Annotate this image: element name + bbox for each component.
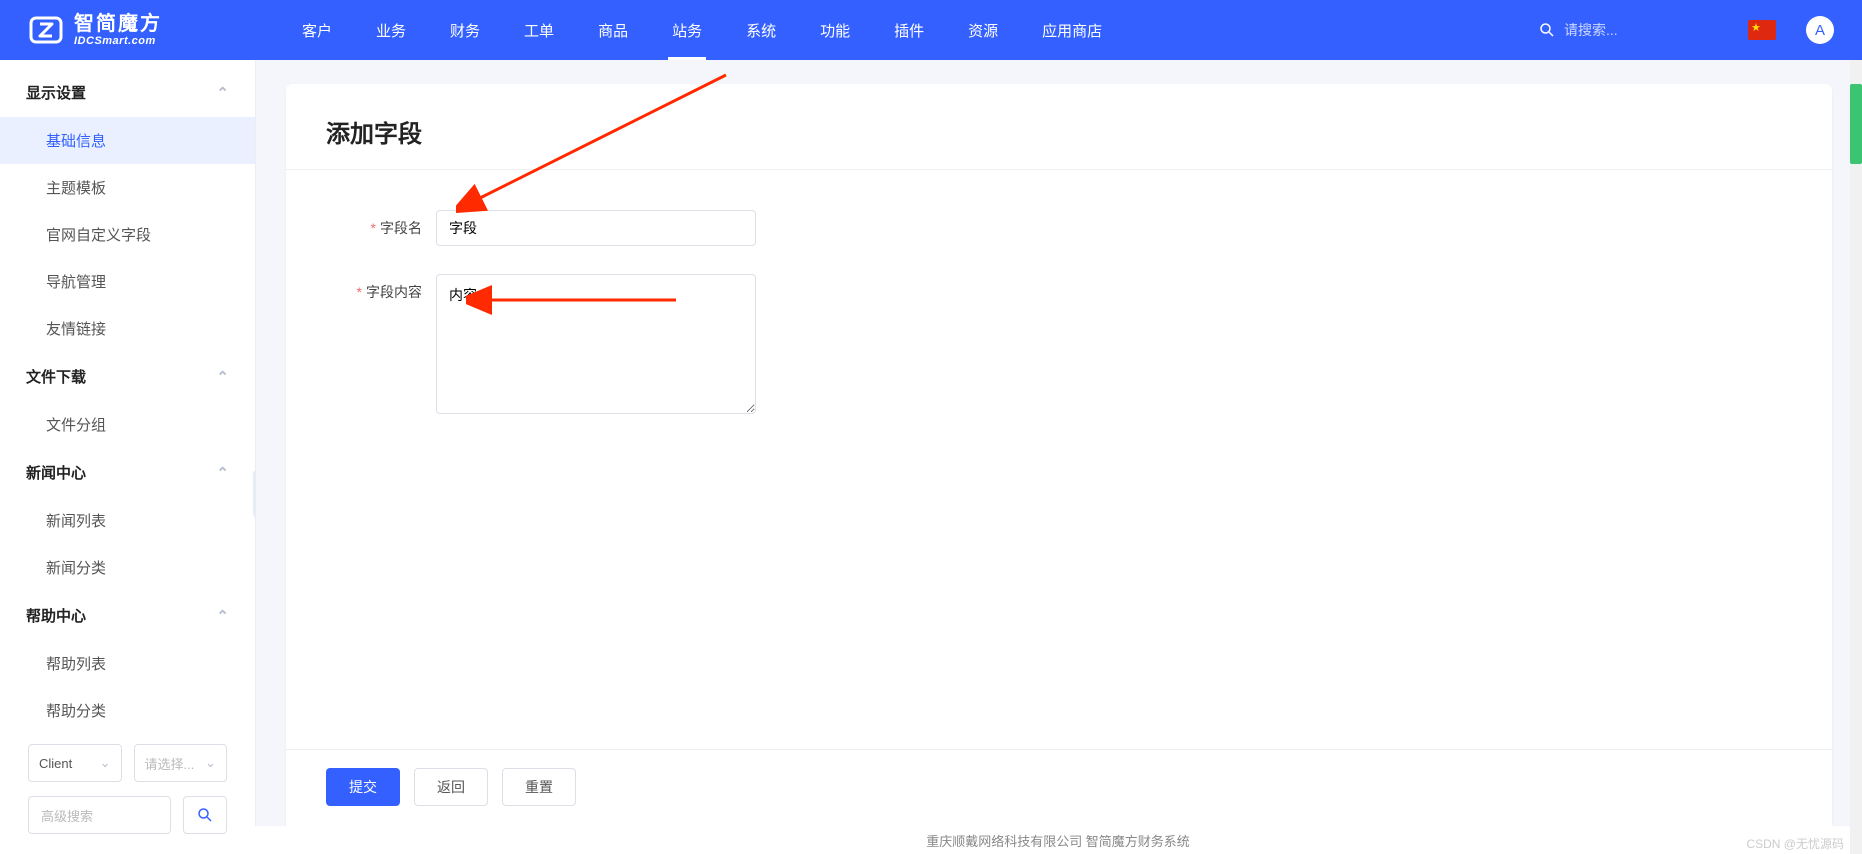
- reset-button[interactable]: 重置: [502, 768, 576, 806]
- search-icon: [196, 806, 214, 824]
- sidebar-item-nav-manage[interactable]: 导航管理: [0, 258, 255, 305]
- logo-icon: [28, 12, 64, 48]
- sidebar-group-news[interactable]: 新闻中心⌃: [0, 448, 255, 497]
- quick-select-target[interactable]: 请选择...⌄: [134, 744, 228, 782]
- sidebar-item-file-group[interactable]: 文件分组: [0, 401, 255, 448]
- chevron-up-icon: ⌃: [216, 368, 229, 386]
- user-avatar[interactable]: A: [1806, 16, 1834, 44]
- field-content-textarea[interactable]: [436, 274, 756, 414]
- brand-name-en: IDCSmart.com: [74, 35, 162, 47]
- sidebar-item-help-category[interactable]: 帮助分类: [0, 687, 255, 734]
- sidebar: 显示设置⌃ 基础信息 主题模板 官网自定义字段 导航管理 友情链接 文件下载⌃ …: [0, 60, 256, 854]
- brand-logo[interactable]: 智简魔方 IDCSmart.com: [28, 12, 162, 48]
- nav-customer[interactable]: 客户: [282, 0, 352, 60]
- nav-finance[interactable]: 财务: [430, 0, 500, 60]
- watermark: CSDN @无忧源码: [1746, 835, 1844, 852]
- quick-select-type[interactable]: Client⌄: [28, 744, 122, 782]
- page-title: 添加字段: [326, 114, 1792, 149]
- nav-plugin[interactable]: 插件: [874, 0, 944, 60]
- nav-appstore[interactable]: 应用商店: [1022, 0, 1122, 60]
- brand-name-cn: 智简魔方: [74, 13, 162, 35]
- nav-function[interactable]: 功能: [800, 0, 870, 60]
- nav-system[interactable]: 系统: [726, 0, 796, 60]
- top-nav: 客户 业务 财务 工单 商品 站务 系统 功能 插件 资源 应用商店: [282, 0, 1122, 60]
- page-scrollbar-track[interactable]: [1850, 60, 1862, 854]
- page-scrollbar-thumb[interactable]: [1850, 84, 1862, 164]
- chevron-down-icon: ⌄: [205, 755, 216, 771]
- advanced-search-input[interactable]: 高级搜索: [28, 796, 171, 834]
- sidebar-group-download[interactable]: 文件下载⌃: [0, 352, 255, 401]
- sidebar-item-news-category[interactable]: 新闻分类: [0, 544, 255, 591]
- sidebar-item-news-list[interactable]: 新闻列表: [0, 497, 255, 544]
- nav-resource[interactable]: 资源: [948, 0, 1018, 60]
- nav-ticket[interactable]: 工单: [504, 0, 574, 60]
- submit-button[interactable]: 提交: [326, 768, 400, 806]
- sidebar-item-theme[interactable]: 主题模板: [0, 164, 255, 211]
- sidebar-item-basic-info[interactable]: 基础信息: [0, 117, 255, 164]
- chevron-up-icon: ⌃: [216, 84, 229, 102]
- search-icon: [1538, 21, 1556, 39]
- main-content: 添加字段 *字段名 *字段内容: [256, 60, 1862, 854]
- field-name-input[interactable]: [436, 210, 756, 246]
- content-card: 添加字段 *字段名 *字段内容: [286, 84, 1832, 830]
- chevron-down-icon: ⌄: [100, 755, 111, 771]
- footer-copyright: 重庆顺戴网络科技有限公司 智简魔方财务系统: [254, 826, 1862, 854]
- topbar: 智简魔方 IDCSmart.com 客户 业务 财务 工单 商品 站务 系统 功…: [0, 0, 1862, 60]
- global-search[interactable]: [1538, 21, 1718, 39]
- sidebar-item-friend-links[interactable]: 友情链接: [0, 305, 255, 352]
- chevron-up-icon: ⌃: [216, 464, 229, 482]
- sidebar-group-help[interactable]: 帮助中心⌃: [0, 591, 255, 640]
- back-button[interactable]: 返回: [414, 768, 488, 806]
- sidebar-item-custom-fields[interactable]: 官网自定义字段: [0, 211, 255, 258]
- global-search-input[interactable]: [1564, 22, 1694, 38]
- field-content-label: *字段内容: [326, 274, 436, 310]
- chevron-up-icon: ⌃: [216, 607, 229, 625]
- advanced-search-button[interactable]: [183, 796, 227, 834]
- nav-product[interactable]: 商品: [578, 0, 648, 60]
- nav-site[interactable]: 站务: [652, 0, 722, 60]
- field-name-label: *字段名: [326, 210, 436, 246]
- nav-business[interactable]: 业务: [356, 0, 426, 60]
- sidebar-item-help-list[interactable]: 帮助列表: [0, 640, 255, 687]
- sidebar-group-display[interactable]: 显示设置⌃: [0, 68, 255, 117]
- language-flag[interactable]: [1748, 20, 1776, 40]
